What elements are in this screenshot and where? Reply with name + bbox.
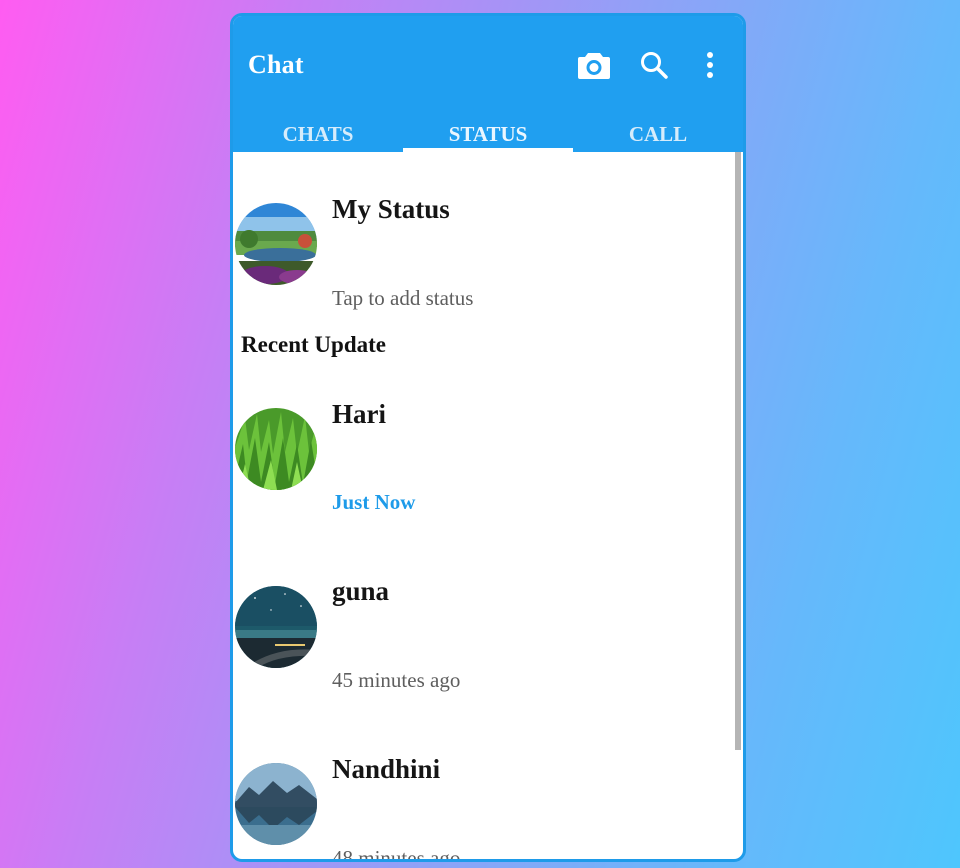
recent-update-heading: Recent Update — [241, 332, 386, 357]
tab-status[interactable]: STATUS — [403, 116, 573, 152]
my-status-subtitle[interactable]: Tap to add status — [332, 286, 473, 311]
scrollbar[interactable] — [735, 152, 741, 750]
phone-frame: Chat CHATS STATUS CALL My Status Tap to … — [230, 13, 746, 862]
camera-icon[interactable] — [575, 46, 613, 84]
tab-call[interactable]: CALL — [573, 116, 743, 152]
status-avatar-nandhini[interactable] — [235, 763, 317, 845]
my-status-avatar[interactable] — [235, 203, 317, 285]
status-time-guna: 45 minutes ago — [332, 668, 461, 692]
more-vert-icon[interactable] — [691, 46, 729, 84]
my-status-name: My Status — [332, 194, 450, 224]
tab-bar: CHATS STATUS CALL — [233, 116, 743, 152]
app-title: Chat — [248, 50, 304, 79]
status-name-guna: guna — [332, 576, 390, 606]
status-time-hari: Just Now — [332, 490, 416, 514]
app-bar: Chat CHATS STATUS CALL — [233, 16, 743, 152]
status-name-nandhini: Nandhini — [332, 754, 441, 784]
search-icon[interactable] — [635, 46, 673, 84]
tab-chats[interactable]: CHATS — [233, 116, 403, 152]
status-name-hari: Hari — [332, 399, 386, 429]
status-avatar-hari[interactable] — [235, 408, 317, 490]
status-time-nandhini: 48 minutes ago — [332, 846, 461, 862]
status-avatar-guna[interactable] — [235, 586, 317, 668]
